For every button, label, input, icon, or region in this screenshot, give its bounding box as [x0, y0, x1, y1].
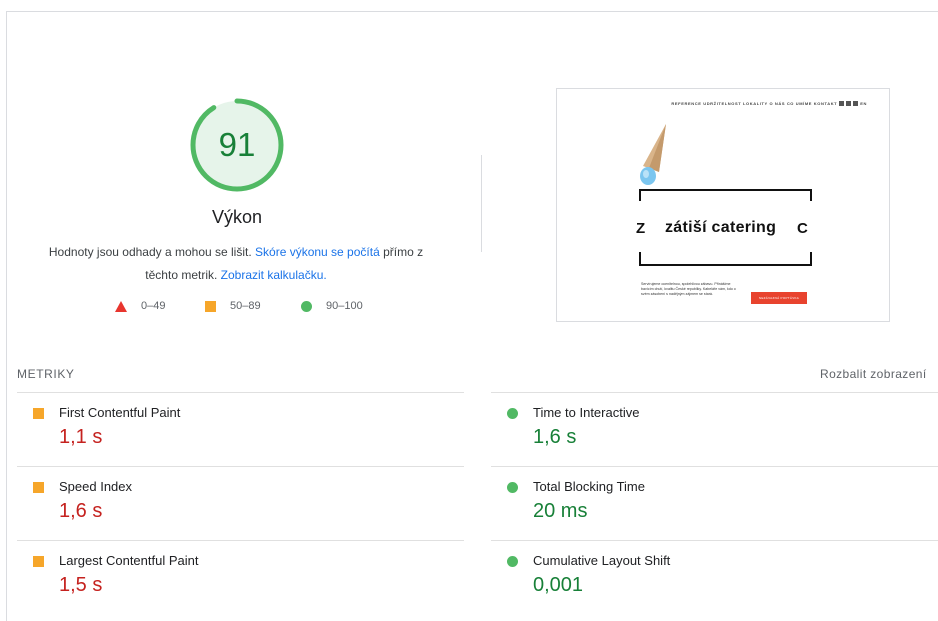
metric-name: Cumulative Layout Shift	[533, 553, 671, 568]
social-icon	[839, 101, 845, 106]
expand-view-toggle[interactable]: Rozbalit zobrazení	[820, 367, 927, 381]
metric-name: Total Blocking Time	[533, 479, 645, 494]
metric-value: 0,001	[533, 574, 584, 596]
metric-value: 20 ms	[533, 500, 588, 522]
score-calculation-link[interactable]: Skóre výkonu se počítá	[255, 245, 380, 259]
logo-frame-top	[639, 189, 812, 201]
legend-fail: 0–49	[115, 300, 165, 312]
score-legend: 0–49 50–89 90–100	[0, 300, 480, 316]
final-screenshot[interactable]: REFERENCE UDRŽITELNOST LOKALITY O NÁS CO…	[556, 88, 890, 322]
metric-value: 1,6 s	[59, 500, 103, 522]
thumbnail-lang: EN	[860, 101, 867, 106]
description-text: Hodnoty jsou odhady a mohou se lišit.	[48, 245, 256, 259]
metric-name: First Contentful Paint	[59, 405, 181, 420]
calculator-link[interactable]: Zobrazit kalkulačku.	[221, 268, 327, 282]
logo-frame-bottom	[639, 252, 812, 266]
metrics-heading: METRIKY	[17, 367, 75, 381]
legend-range: 50–89	[230, 300, 261, 312]
logo-letter-c: C	[797, 220, 808, 237]
legend-pass: 90–100	[301, 300, 363, 312]
social-icon	[853, 101, 859, 106]
triangle-icon	[115, 300, 127, 312]
legend-range: 0–49	[141, 300, 166, 312]
thumbnail-nav: REFERENCE UDRŽITELNOST LOKALITY O NÁS CO…	[671, 101, 867, 106]
vertical-divider	[481, 155, 482, 252]
circle-icon	[301, 300, 312, 312]
legend-range: 90–100	[326, 300, 363, 312]
metric-value: 1,5 s	[59, 574, 103, 596]
square-icon	[33, 556, 44, 567]
thumbnail-nav-text: REFERENCE UDRŽITELNOST LOKALITY O NÁS CO…	[671, 101, 838, 106]
score-description: Hodnoty jsou odhady a mohou se lišit. Sk…	[40, 241, 432, 287]
metric-value: 1,1 s	[59, 426, 103, 448]
social-icon	[846, 101, 852, 106]
ice-cream-cone-icon	[640, 124, 666, 185]
thumbnail-paragraph: Servírujeme ocenitelnou, spolehlivou záb…	[641, 282, 736, 296]
logo-text: zátiší catering	[665, 219, 777, 236]
square-icon	[33, 408, 44, 419]
metric-speed-index: Speed Index 1,6 s	[33, 467, 453, 541]
metric-first-contentful-paint: First Contentful Paint 1,1 s	[33, 393, 453, 467]
square-icon	[205, 300, 216, 312]
metric-name: Speed Index	[59, 479, 133, 494]
metric-time-to-interactive: Time to Interactive 1,6 s	[507, 393, 927, 467]
legend-average: 50–89	[205, 300, 261, 312]
metric-value: 1,6 s	[533, 426, 577, 448]
circle-icon	[507, 408, 518, 419]
metric-name: Largest Contentful Paint	[59, 553, 199, 568]
performance-score: 91	[218, 126, 256, 163]
logo-letter-z: Z	[636, 220, 646, 237]
metric-name: Time to Interactive	[533, 405, 640, 420]
thumbnail-cta-button: NEZÁVAZNÁ POPTÁVKA	[751, 292, 807, 304]
gauge-title: Výkon	[211, 207, 263, 227]
metric-largest-contentful-paint: Largest Contentful Paint 1,5 s	[33, 541, 453, 615]
circle-icon	[507, 482, 518, 493]
square-icon	[33, 482, 44, 493]
metric-total-blocking-time: Total Blocking Time 20 ms	[507, 467, 927, 541]
circle-icon	[507, 556, 518, 567]
metric-cumulative-layout-shift: Cumulative Layout Shift 0,001	[507, 541, 927, 615]
